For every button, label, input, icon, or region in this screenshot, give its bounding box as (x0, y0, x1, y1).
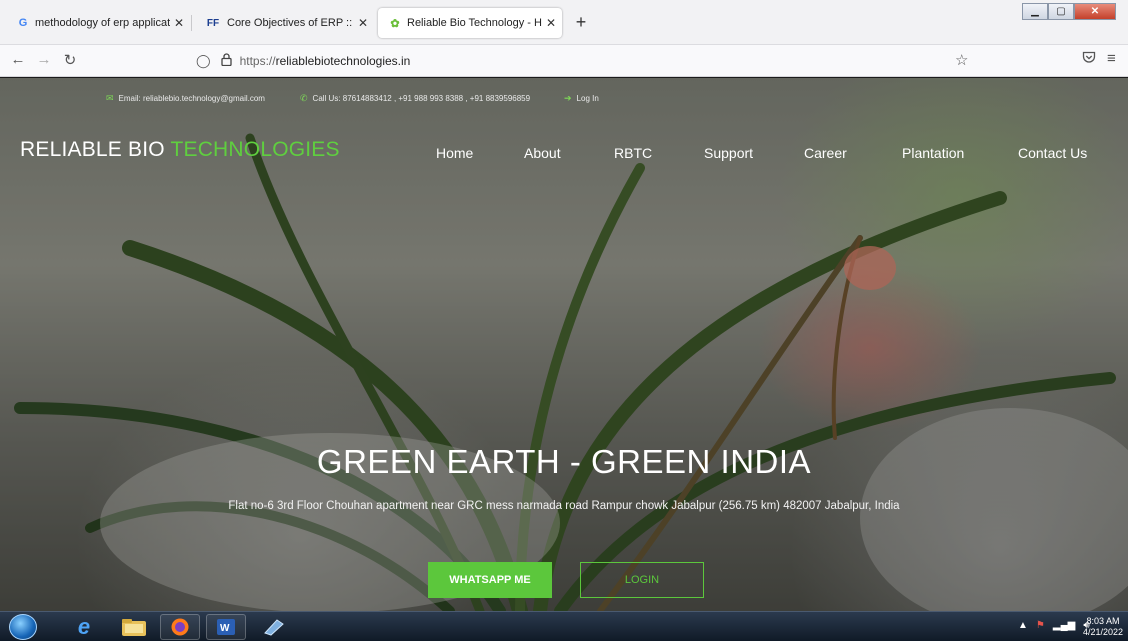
brand-text-green: TECHNOLOGIES (170, 138, 340, 161)
clock-time: 8:03 AM (1086, 616, 1120, 626)
tab-reliable-bio[interactable]: ✿ Reliable Bio Technology - Home ✕ (378, 8, 562, 38)
nav-career[interactable]: Career (804, 145, 847, 161)
lock-icon[interactable] (220, 53, 232, 69)
bookmark-star-icon[interactable]: ☆ (955, 51, 968, 69)
tab-core-objectives[interactable]: FF Core Objectives of ERP :: ERP In ✕ (194, 8, 374, 38)
hero-title: GREEN EARTH - GREEN INDIA (316, 443, 812, 480)
file-explorer-icon[interactable] (114, 614, 154, 640)
network-signal-icon[interactable]: ▂▄▆ (1053, 620, 1075, 631)
phone-icon: ✆ (300, 93, 308, 103)
top-login-text: Log In (576, 94, 599, 103)
tab-title: Core Objectives of ERP :: ERP In (227, 17, 354, 29)
sign-in-icon: ➔ (564, 93, 572, 103)
reload-icon[interactable]: ↻ (60, 51, 80, 69)
url-host: reliablebiotechnologies.in (275, 54, 411, 68)
close-tab-icon[interactable]: ✕ (358, 16, 368, 30)
window-controls: ▁ ▢ ✕ (1022, 3, 1116, 20)
firefox-icon[interactable] (160, 614, 200, 640)
action-center-flag-icon[interactable]: ⚑ (1036, 620, 1045, 631)
svg-text:W: W (220, 623, 230, 634)
hero-section: ✉ Email: reliablebio.technology@gmail.co… (0, 78, 1128, 611)
forward-arrow-icon[interactable]: → (34, 51, 54, 68)
tab-methodology[interactable]: G methodology of erp application ✕ (6, 8, 190, 38)
call-text: Call Us: 87614883412 , +91 988 993 8388 … (312, 94, 531, 103)
url-protocol: https:// (239, 54, 276, 68)
clock-date: 4/21/2022 (1082, 627, 1124, 637)
nav-plantation[interactable]: Plantation (902, 145, 964, 161)
pocket-icon[interactable] (1082, 51, 1096, 67)
start-button[interactable] (9, 614, 37, 640)
hamburger-menu-icon[interactable]: ≡ (1107, 50, 1116, 67)
email-info[interactable]: ✉ Email: reliablebio.technology@gmail.co… (106, 93, 265, 104)
tab-title: Reliable Bio Technology - Home (407, 17, 542, 29)
new-tab-button[interactable]: + (568, 12, 594, 33)
word-icon[interactable]: W (206, 614, 246, 640)
hero-address: Flat no-6 3rd Floor Chouhan apartment ne… (228, 500, 900, 512)
nav-contact-us[interactable]: Contact Us (1018, 145, 1087, 161)
nav-about[interactable]: About (524, 145, 561, 161)
nav-home[interactable]: Home (436, 145, 473, 161)
close-tab-icon[interactable]: ✕ (546, 16, 556, 30)
email-text: Email: reliablebio.technology@gmail.com (118, 94, 265, 103)
tab-title: methodology of erp application (35, 17, 170, 29)
nav-support[interactable]: Support (704, 145, 753, 161)
leaf-icon: ✿ (390, 17, 400, 30)
login-button[interactable]: LOGIN (580, 562, 704, 598)
site-logo[interactable]: RELIABLE BIO TECHNOLOGIES (20, 138, 340, 162)
close-window-button[interactable]: ✕ (1074, 3, 1116, 20)
ff-site-icon: FF (206, 17, 220, 29)
navigation-toolbar: ← → ↻ ◯ https://reliablebiotechnologies.… (0, 45, 1128, 77)
close-tab-icon[interactable]: ✕ (174, 16, 184, 30)
internet-explorer-icon[interactable]: e (64, 614, 104, 640)
brand-text-white: RELIABLE BIO (20, 138, 171, 161)
tracking-shield-icon[interactable]: ◯ (196, 53, 211, 69)
show-hidden-icons-icon[interactable]: ▲ (1018, 620, 1028, 631)
system-tray: ▲ ⚑ ▂▄▆ 🔊︎ (1018, 620, 1090, 631)
envelope-icon: ✉ (106, 93, 114, 103)
tab-divider (191, 15, 192, 31)
tab-strip: G methodology of erp application ✕ FF Co… (0, 0, 1128, 45)
google-icon: G (18, 17, 28, 29)
nav-rbtc[interactable]: RBTC (614, 145, 652, 161)
maximize-button[interactable]: ▢ (1048, 3, 1074, 20)
address-bar[interactable]: ◯ https://reliablebiotechnologies.in (196, 49, 986, 73)
system-clock[interactable]: 8:03 AM 4/21/2022 (1080, 616, 1126, 638)
windows-taskbar: e W ▲ ⚑ ▂▄▆ 🔊︎ 8:03 AM 4/21/2022 (0, 611, 1128, 641)
top-login-link[interactable]: ➔ Log In (564, 93, 599, 104)
paint-app-icon[interactable] (254, 614, 294, 640)
back-arrow-icon[interactable]: ← (8, 51, 28, 68)
minimize-button[interactable]: ▁ (1022, 3, 1048, 20)
call-info[interactable]: ✆ Call Us: 87614883412 , +91 988 993 838… (300, 93, 530, 104)
whatsapp-button[interactable]: WHATSAPP ME (428, 562, 552, 598)
